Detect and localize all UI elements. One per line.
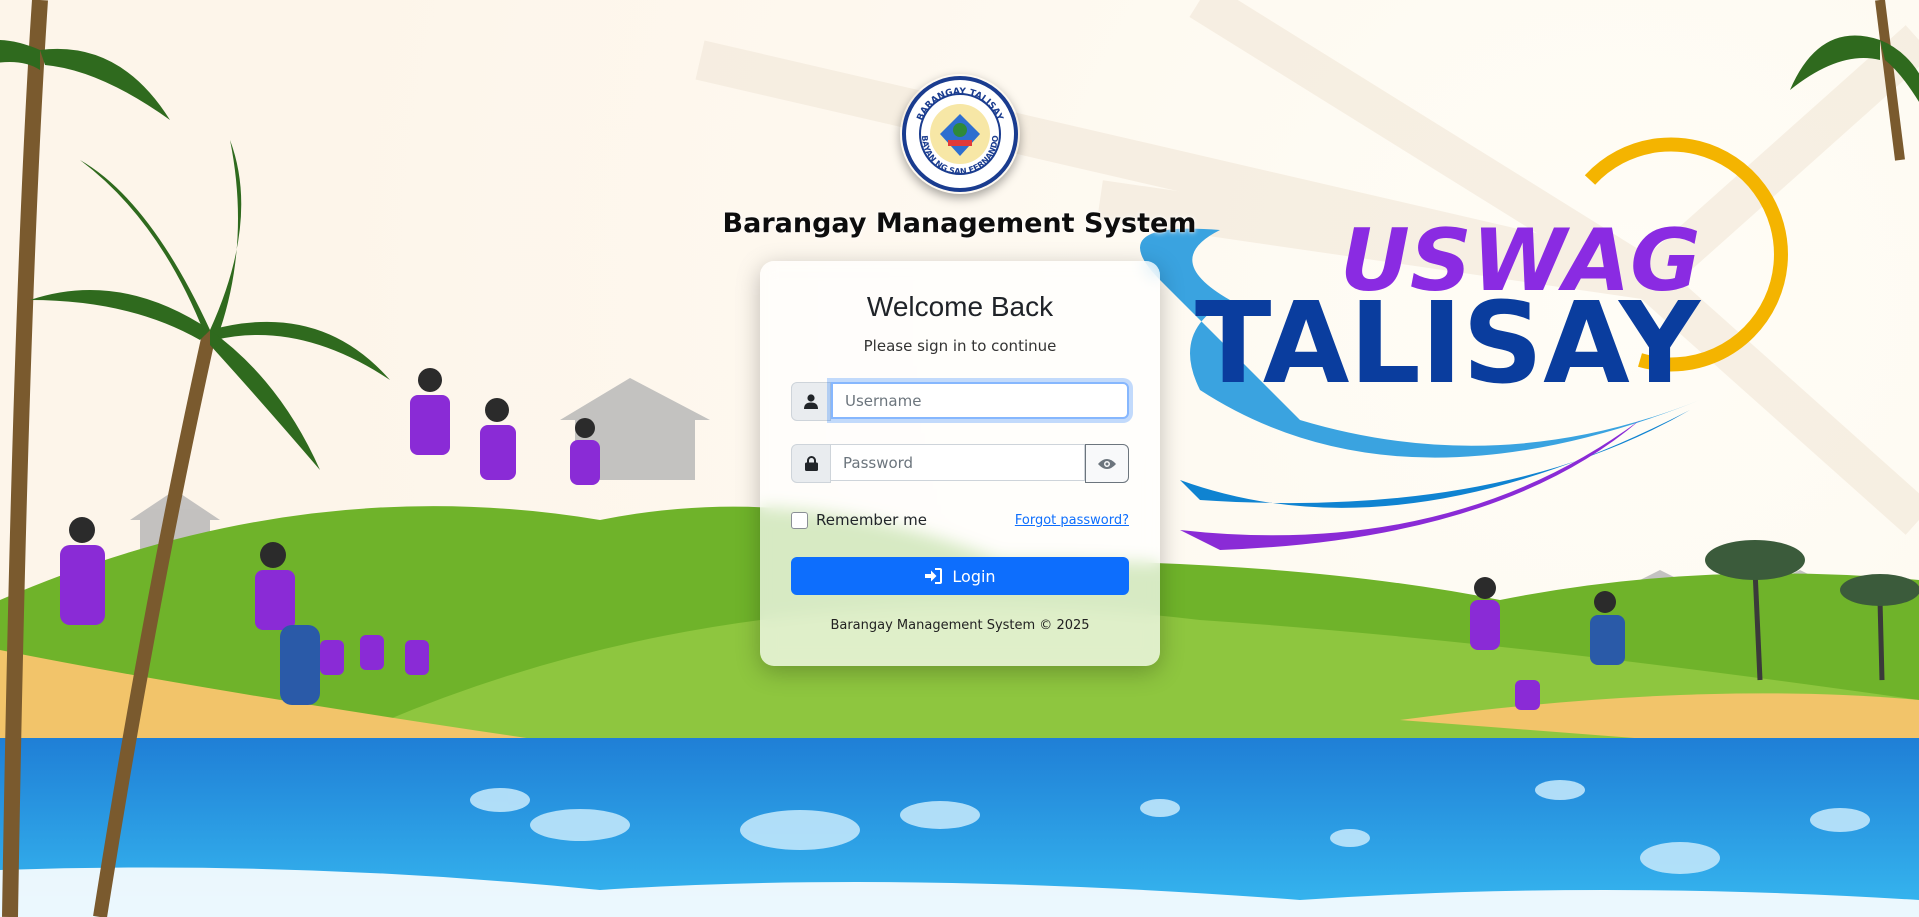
toggle-password-button[interactable]	[1085, 444, 1129, 483]
user-icon	[791, 382, 831, 421]
login-title: Welcome Back	[866, 291, 1054, 322]
forgot-password-link[interactable]: Forgot password?	[1015, 513, 1129, 528]
login-card: Welcome Back Please sign in to continue …	[760, 261, 1160, 666]
lock-icon	[791, 444, 831, 483]
remember-me[interactable]: Remember me	[791, 511, 927, 529]
remember-checkbox[interactable]	[791, 511, 808, 529]
page-title: Barangay Management System	[722, 208, 1197, 239]
barangay-seal-icon: BARANGAY TALISAY BAYAN NG SAN FERNANDO	[902, 76, 1018, 192]
password-group	[791, 444, 1129, 483]
login-button[interactable]: Login	[791, 557, 1129, 595]
sign-in-icon	[925, 568, 943, 584]
remember-label: Remember me	[816, 511, 927, 529]
login-footer: Barangay Management System © 2025	[830, 618, 1090, 633]
username-input[interactable]	[831, 382, 1129, 419]
username-group	[791, 382, 1129, 421]
login-button-label: Login	[952, 566, 996, 586]
password-input[interactable]	[831, 444, 1085, 481]
banner-talisay: TALISAY	[1195, 279, 1702, 409]
barangay-seal-logo: BARANGAY TALISAY BAYAN NG SAN FERNANDO	[900, 74, 1020, 194]
login-subtitle: Please sign in to continue	[863, 337, 1057, 355]
eye-icon	[1098, 458, 1116, 469]
